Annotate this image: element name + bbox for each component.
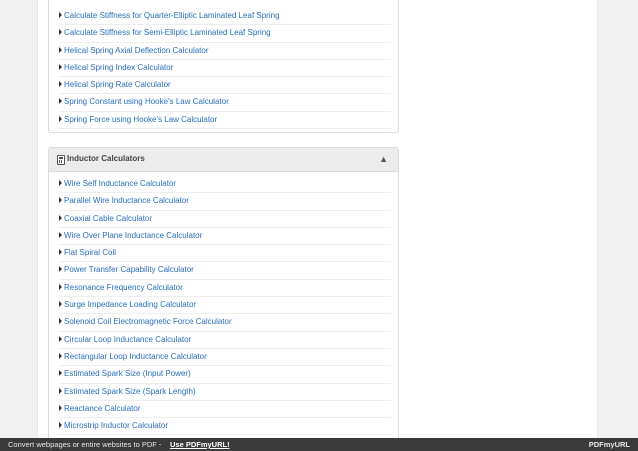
caret-right-icon	[59, 115, 62, 122]
list-item: Coaxial Cable Calculator	[59, 211, 391, 228]
calculator-link[interactable]: Calculate Stiffness for Semi-Elliptic La…	[64, 28, 271, 37]
caret-right-icon	[59, 98, 62, 105]
arrow-up-icon[interactable]: ▲	[379, 154, 388, 164]
list-item: Power Transfer Capability Calculator	[59, 262, 391, 280]
list-item: Spring Force using Hooke's Law Calculato…	[59, 112, 391, 130]
calculator-link[interactable]: Surge Impedance Loading Calculator	[64, 300, 196, 309]
caret-right-icon	[59, 387, 62, 394]
caret-right-icon	[59, 352, 62, 359]
caret-right-icon	[59, 81, 62, 88]
footer-link[interactable]: Use PDFmyURL!	[170, 440, 230, 449]
right-gutter	[598, 0, 638, 451]
footer-text: Convert webpages or entire websites to P…	[8, 440, 162, 449]
calculator-link[interactable]: Flat Spiral Coil	[64, 248, 116, 257]
caret-right-icon	[59, 266, 62, 273]
caret-right-icon	[59, 335, 62, 342]
list-item: Wire Over Plane Inductance Calculator	[59, 228, 391, 246]
calculator-link[interactable]: Spring Force using Hooke's Law Calculato…	[64, 115, 217, 124]
list-item: Wire Self Inductance Calculator	[59, 176, 391, 194]
calculator-link[interactable]: Estimated Spark Size (Spark Length)	[64, 387, 196, 396]
calculator-link[interactable]: Resonance Frequency Calculator	[64, 283, 183, 292]
caret-right-icon	[59, 283, 62, 290]
list-item: Flat Spiral Coil	[59, 245, 391, 263]
list-item: Reactance Calculator	[59, 401, 391, 419]
inductor-calculator-list: Wire Self Inductance Calculator Parallel…	[59, 176, 391, 436]
list-item: Calculate Stiffness for Quarter-Elliptic…	[59, 8, 391, 26]
list-item: Solenoid Coil Electromagnetic Force Calc…	[59, 314, 391, 332]
calculator-link[interactable]: Estimated Spark Size (Input Power)	[64, 369, 191, 378]
caret-right-icon	[59, 422, 62, 429]
caret-right-icon	[59, 318, 62, 325]
calculator-link[interactable]: Helical Spring Index Calculator	[64, 63, 173, 72]
list-item: Helical Spring Axial Deflection Calculat…	[59, 43, 391, 60]
calculator-link[interactable]: Coaxial Cable Calculator	[64, 214, 152, 223]
list-item: Helical Spring Index Calculator	[59, 60, 391, 78]
caret-right-icon	[59, 214, 62, 221]
calculator-link[interactable]: Power Transfer Capability Calculator	[64, 265, 194, 274]
calculator-link[interactable]: Calculate Stiffness for Quarter-Elliptic…	[64, 11, 280, 20]
spring-calculator-list: Calculate Stiffness for Quarter-Elliptic…	[59, 8, 391, 130]
list-item: Estimated Spark Size (Spark Length)	[59, 384, 391, 401]
caret-right-icon	[59, 29, 62, 36]
calculator-link[interactable]: Solenoid Coil Electromagnetic Force Calc…	[64, 317, 232, 326]
inductor-calculators-panel: Inductor Calculators ▲ Wire Self Inducta…	[48, 147, 399, 451]
calculator-link[interactable]: Wire Self Inductance Calculator	[64, 179, 176, 188]
calculator-link[interactable]: Rectangular Loop Inductance Calculator	[64, 352, 207, 361]
calculator-link[interactable]: Microstrip Inductor Calculator	[64, 421, 168, 430]
list-item: Rectangular Loop Inductance Calculator	[59, 349, 391, 367]
list-item: Helical Spring Rate Calculator	[59, 77, 391, 95]
list-item: Surge Impedance Loading Calculator	[59, 297, 391, 315]
logo-part-a: PDF	[588, 440, 604, 449]
calculator-link[interactable]: Helical Spring Rate Calculator	[64, 80, 171, 89]
panel-heading[interactable]: Inductor Calculators ▲	[49, 148, 398, 172]
calculator-icon	[57, 155, 65, 165]
calculator-link[interactable]: Reactance Calculator	[64, 404, 140, 413]
calculator-link[interactable]: Helical Spring Axial Deflection Calculat…	[64, 46, 209, 55]
spring-calculators-panel: Calculate Stiffness for Quarter-Elliptic…	[48, 0, 399, 133]
caret-right-icon	[59, 12, 62, 18]
calculator-link[interactable]: Wire Over Plane Inductance Calculator	[64, 231, 202, 240]
pdfmyurl-logo: PDFmyURL	[589, 440, 630, 449]
caret-right-icon	[59, 404, 62, 411]
panel-title: Inductor Calculators	[67, 154, 145, 163]
calculator-link[interactable]: Circular Loop Inductance Calculator	[64, 335, 191, 344]
caret-right-icon	[59, 197, 62, 204]
caret-right-icon	[59, 63, 62, 70]
caret-right-icon	[59, 249, 62, 256]
caret-right-icon	[59, 370, 62, 377]
caret-right-icon	[59, 180, 62, 186]
list-item: Microstrip Inductor Calculator	[59, 418, 391, 436]
caret-right-icon	[59, 231, 62, 238]
pdf-footer-bar: Convert webpages or entire websites to P…	[0, 438, 638, 451]
list-item: Resonance Frequency Calculator	[59, 280, 391, 298]
calculator-link[interactable]: Spring Constant using Hooke's Law Calcul…	[64, 97, 229, 106]
list-item: Circular Loop Inductance Calculator	[59, 332, 391, 349]
list-item: Spring Constant using Hooke's Law Calcul…	[59, 94, 391, 112]
left-gutter	[0, 0, 37, 451]
list-item: Estimated Spark Size (Input Power)	[59, 366, 391, 384]
logo-part-b: myURL	[603, 440, 630, 449]
caret-right-icon	[59, 301, 62, 308]
list-item: Calculate Stiffness for Semi-Elliptic La…	[59, 25, 391, 43]
list-item: Parallel Wire Inductance Calculator	[59, 193, 391, 211]
calculator-link[interactable]: Parallel Wire Inductance Calculator	[64, 196, 189, 205]
caret-right-icon	[59, 46, 62, 53]
